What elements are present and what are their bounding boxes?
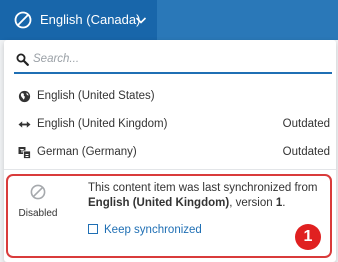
language-status: Outdated [282, 146, 330, 158]
annotation-badge: 1 [295, 224, 321, 250]
language-name: English (United Kingdom) [37, 118, 168, 130]
language-item-en-gb[interactable]: English (United Kingdom) Outdated [4, 112, 336, 138]
sync-message-prefix: This content item was last synchronized … [88, 182, 318, 194]
ban-icon [14, 11, 32, 29]
search-input[interactable] [33, 49, 323, 69]
sync-source-language: English (United Kingdom) [88, 197, 230, 209]
search-icon [16, 53, 29, 66]
checkbox-icon [88, 224, 98, 234]
current-language-label: English (Canada) [40, 12, 141, 27]
language-name: English (United States) [37, 90, 155, 102]
sync-message-suffix: . [282, 197, 286, 209]
sync-message: This content item was last synchronized … [88, 181, 328, 211]
language-dropdown-panel: English (United States) English (United … [4, 40, 336, 262]
keep-synchronized-label: Keep synchronized [104, 224, 202, 236]
keep-synchronized-checkbox[interactable]: Keep synchronized [88, 224, 202, 236]
language-name: German (Germany) [37, 146, 137, 158]
top-bar: English (Canada) [0, 0, 338, 40]
sync-state-label: Disabled [18, 208, 58, 219]
globe-icon [18, 90, 31, 103]
double-arrow-icon [18, 121, 31, 128]
language-selector-button[interactable]: English (Canada) [0, 0, 157, 40]
sync-status-box: Disabled This content item was last sync… [6, 174, 332, 258]
divider [4, 169, 336, 170]
disabled-icon [30, 184, 46, 200]
search-field [14, 48, 332, 74]
chevron-down-icon [135, 17, 147, 24]
translate-icon [18, 147, 31, 159]
language-status: Outdated [282, 118, 330, 130]
sync-message-middle: , version [229, 197, 276, 209]
language-item-en-us[interactable]: English (United States) [4, 84, 336, 110]
language-item-de-de[interactable]: German (Germany) Outdated [4, 140, 336, 166]
